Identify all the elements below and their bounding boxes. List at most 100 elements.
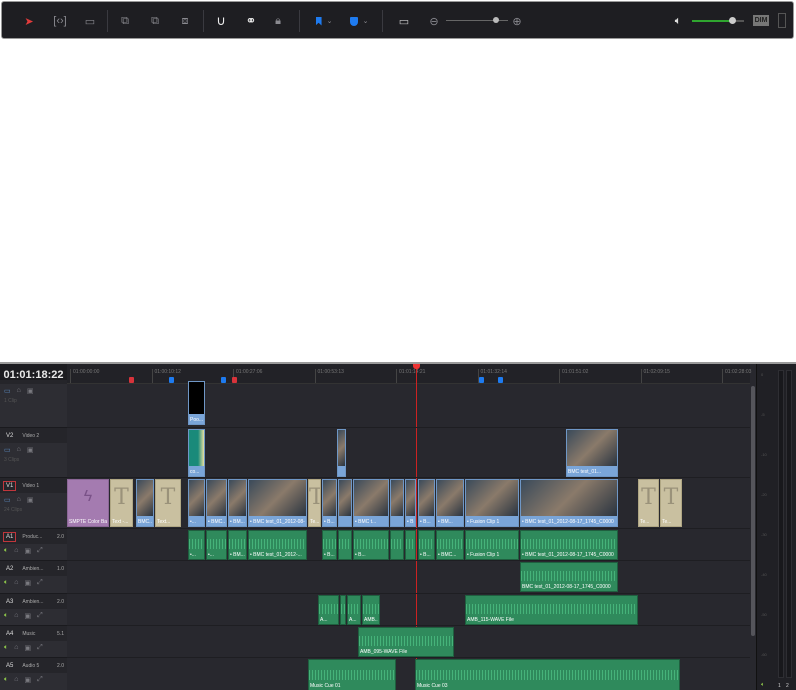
video-clip[interactable] (338, 479, 352, 527)
lock-track-icon[interactable]: ⌂ (17, 387, 21, 395)
replace-clip-icon[interactable]: ⧉ (147, 12, 163, 30)
title-clip[interactable]: T Text... (155, 479, 181, 527)
auto-select-icon[interactable]: ▣ (24, 644, 31, 652)
audio-clip[interactable]: • B... (353, 530, 389, 560)
zoom-in-icon[interactable]: ⊕ (511, 12, 523, 30)
video-clip[interactable]: • BM... (436, 479, 464, 527)
lock-track-icon[interactable]: ⌂ (14, 579, 18, 587)
dynamic-trim-mode-icon[interactable]: ▭ (82, 12, 98, 30)
track-id-button[interactable]: A1 (3, 531, 17, 542)
video-clip[interactable]: • B... (322, 479, 337, 527)
audio-clip[interactable]: • Fusion Clip 1 (465, 530, 519, 560)
waveform-expand-icon[interactable]: ⤢ (37, 547, 43, 555)
video-clip[interactable]: BMC... (136, 479, 154, 527)
track-header-a2[interactable]: A2 Ambien... 1.0 🔈︎ ⌂ ▣ ⤢ (0, 561, 67, 594)
title-clip[interactable]: T Te... (308, 479, 321, 527)
audio-clip[interactable] (405, 530, 416, 560)
video-clip[interactable] (390, 479, 404, 527)
linked-selection-icon[interactable]: ⚭ (244, 12, 258, 30)
track-name[interactable]: Produc... (22, 534, 51, 540)
track-lane[interactable] (67, 428, 750, 478)
track-name[interactable]: Audio 5 (22, 663, 51, 669)
video-clip[interactable]: co... (188, 429, 205, 477)
title-clip[interactable]: T Text -... (110, 479, 133, 527)
volume-slider-thumb[interactable] (728, 17, 736, 24)
auto-select-icon[interactable]: ▣ (24, 579, 31, 587)
auto-select-icon[interactable]: ▣ (27, 387, 34, 395)
audio-clip[interactable]: • B... (418, 530, 435, 560)
audio-clip[interactable]: • B... (322, 530, 337, 560)
video-clip[interactable]: •... (188, 479, 205, 527)
video-clip[interactable]: Poo... (188, 381, 205, 425)
track-id-button[interactable]: A5 (3, 661, 16, 671)
track-id-button[interactable]: A3 (3, 597, 16, 607)
mute-speaker-icon[interactable]: 🔈︎ (4, 579, 8, 587)
track-header-a5[interactable]: A5 Audio 5 2.0 🔈︎ ⌂ ▣ ⤢ (0, 658, 67, 690)
lock-track-icon[interactable]: ⌂ (17, 446, 21, 454)
track-name[interactable]: Video 1 (22, 483, 67, 489)
auto-select-icon[interactable]: ▣ (24, 547, 31, 555)
vertical-scrollbar[interactable] (751, 386, 755, 636)
mute-speaker-icon[interactable]: 🔈︎ (4, 547, 8, 555)
auto-select-icon[interactable]: ▣ (24, 612, 31, 620)
title-clip[interactable]: T Te... (638, 479, 659, 527)
track-name[interactable]: Video 2 (22, 433, 67, 439)
audio-clip[interactable]: BMC test_01_2012-08-17_1745_C0000 (520, 562, 618, 592)
video-clip[interactable]: • BMC t... (353, 479, 389, 527)
snapping-icon[interactable]: ∪ (214, 12, 228, 30)
audio-clip[interactable]: Music Cue 01 (308, 659, 396, 690)
place-on-top-icon[interactable]: ⧈ (176, 12, 194, 30)
video-clip[interactable]: • BMC test_01_2012-08-... (248, 479, 307, 527)
audio-clip[interactable]: AMB... (362, 595, 380, 625)
dim-button[interactable]: DIM (753, 15, 769, 26)
track-visibility-icon[interactable]: ▭ (4, 387, 11, 395)
track-name[interactable]: Ambien... (22, 599, 51, 605)
track-id-button[interactable]: V2 (3, 431, 16, 441)
zoom-out-icon[interactable]: ⊖ (428, 12, 440, 30)
auto-select-icon[interactable]: ▣ (27, 496, 34, 504)
audio-clip[interactable] (390, 530, 404, 560)
lock-track-icon[interactable]: ⌂ (14, 547, 18, 555)
track-name[interactable]: Ambien... (22, 566, 51, 572)
audio-clip[interactable]: • BMC test_01_2012-08-17_1745_C0000 (520, 530, 618, 560)
audio-clip[interactable]: • BMC... (436, 530, 464, 560)
track-header-v2[interactable]: V2 Video 2 ▭ ⌂ ▣ 3 Clips (0, 428, 67, 478)
track-header-v1[interactable]: V1 Video 1 ▭ ⌂ ▣ 24 Clips (0, 478, 67, 529)
generator-clip[interactable]: ϟ SMPTE Color Bar (67, 479, 109, 527)
audio-clip[interactable]: •... (188, 530, 205, 560)
track-id-button[interactable] (3, 380, 9, 384)
title-clip[interactable]: T Te... (660, 479, 682, 527)
waveform-expand-icon[interactable]: ⤢ (37, 579, 43, 587)
video-clip[interactable]: • Fusion Clip 1 (465, 479, 519, 527)
overwrite-clip-icon[interactable]: ⧉ (114, 12, 136, 30)
speaker-icon[interactable]: 🔈︎ (671, 12, 685, 30)
video-clip[interactable]: • BMC... (206, 479, 227, 527)
track-lane[interactable] (67, 561, 750, 594)
audio-clip[interactable] (338, 530, 352, 560)
track-id-button[interactable]: V1 (3, 480, 17, 491)
track-id-button[interactable]: A4 (3, 629, 16, 639)
audio-clip[interactable]: • BMC test_01_2012-... (248, 530, 307, 560)
mute-speaker-icon[interactable]: 🔈︎ (4, 644, 8, 652)
lock-track-icon[interactable]: ⌂ (14, 644, 18, 652)
flag-button[interactable]: ⌄ (311, 12, 337, 30)
marker-button[interactable]: ⌄ (346, 12, 372, 30)
video-clip[interactable]: • BM... (228, 479, 247, 527)
audio-clip[interactable] (340, 595, 346, 625)
track-lane[interactable] (67, 594, 750, 626)
track-header-a3[interactable]: A3 Ambien... 2.0 🔈︎ ⌂ ▣ ⤢ (0, 594, 67, 626)
track-name[interactable]: Music (22, 631, 51, 637)
track-header-v3[interactable]: ▭ ⌂ ▣ 1 Clip (0, 380, 67, 428)
volume-slider[interactable] (692, 17, 744, 24)
mute-speaker-icon[interactable]: 🔈︎ (4, 676, 8, 684)
video-clip[interactable]: • B... (405, 479, 416, 527)
selection-mode-icon[interactable]: ➤ (22, 12, 36, 30)
audio-meter-toggle-icon[interactable] (778, 13, 786, 28)
track-id-button[interactable]: A2 (3, 564, 16, 574)
audio-clip[interactable]: Music Cue 03 (415, 659, 680, 690)
position-lock-icon[interactable]: 🔒︎ (271, 12, 285, 30)
track-visibility-icon[interactable]: ▭ (4, 496, 11, 504)
zoom-slider[interactable] (446, 17, 508, 23)
video-clip[interactable]: • BMC test_01_2012-08-17_1745_C0000 (520, 479, 618, 527)
audio-clip[interactable]: •... (206, 530, 227, 560)
